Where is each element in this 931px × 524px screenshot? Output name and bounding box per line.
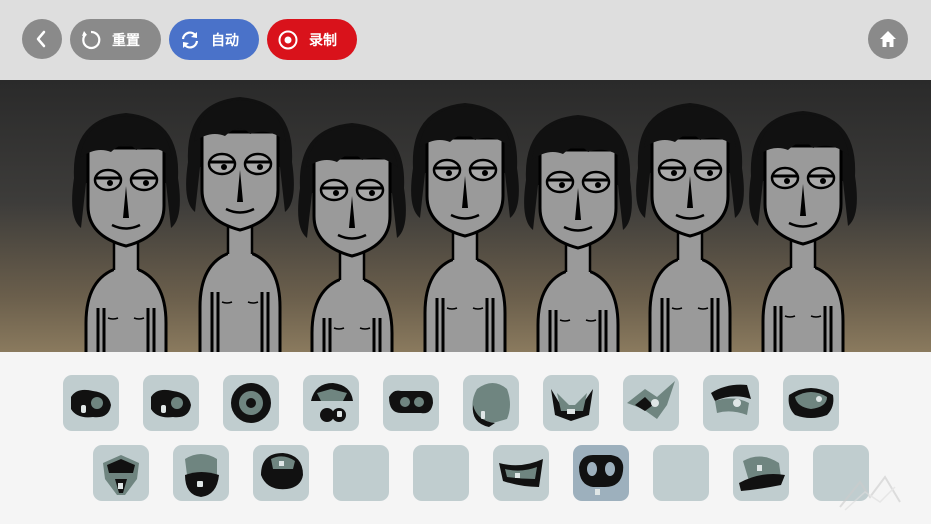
performer-4[interactable] [409, 101, 521, 352]
beard-shape-icon [185, 454, 219, 497]
visor-shape-icon [711, 384, 751, 415]
bird-shape-icon [627, 381, 675, 419]
mask-shape-icon [551, 389, 593, 421]
bass-shape-icon [151, 389, 191, 418]
band-shape-icon [788, 388, 834, 418]
back-button[interactable] [22, 19, 62, 59]
record-label: 录制 [309, 32, 337, 49]
performer-1[interactable] [70, 111, 182, 352]
sound-tray [0, 352, 931, 524]
hair-shape-icon [472, 383, 510, 427]
sound-slot[interactable] [543, 375, 599, 431]
wing-shape-icon [499, 459, 543, 487]
empty-sound-slot[interactable] [333, 445, 389, 501]
reset-icon [80, 29, 102, 51]
stage [0, 80, 931, 352]
sound-slot[interactable] [383, 375, 439, 431]
sound-slot[interactable] [223, 375, 279, 431]
sound-slot[interactable] [303, 375, 359, 431]
home-button[interactable] [868, 19, 908, 59]
watermark-icon [839, 475, 901, 511]
sound-slot[interactable] [63, 375, 119, 431]
performers [70, 95, 859, 352]
performer-6[interactable] [634, 101, 746, 352]
sound-slot[interactable] [733, 445, 789, 501]
bass-shape-icon [71, 389, 111, 418]
disc-shape-icon [231, 383, 271, 423]
performer-5[interactable] [522, 113, 634, 352]
cap-side-shape-icon [739, 456, 785, 491]
sound-slot[interactable] [173, 445, 229, 501]
hat-shape-icon [261, 453, 303, 490]
refresh-icon [179, 29, 201, 51]
empty-sound-slot[interactable] [413, 445, 469, 501]
sound-slot[interactable] [573, 445, 629, 501]
performer-3[interactable] [296, 121, 408, 352]
sound-slot[interactable] [143, 375, 199, 431]
reset-button[interactable]: 重置 [70, 19, 161, 60]
sound-slot[interactable] [783, 375, 839, 431]
reset-label: 重置 [112, 32, 140, 49]
sound-slot[interactable] [93, 445, 149, 501]
auto-button[interactable]: 自动 [169, 19, 259, 60]
record-button[interactable]: 录制 [267, 19, 357, 60]
helmet-shape-icon [103, 455, 139, 495]
glasses-shape-icon [389, 390, 433, 414]
cap-shape-icon [311, 383, 353, 422]
home-icon [880, 31, 896, 47]
sound-slot[interactable] [623, 375, 679, 431]
empty-sound-slot[interactable] [653, 445, 709, 501]
performer-7[interactable] [747, 109, 859, 352]
record-icon [277, 29, 299, 51]
sound-slot[interactable] [463, 375, 519, 431]
chevron-left-icon [36, 30, 46, 48]
goggles-shape-icon [579, 455, 624, 495]
top-toolbar: 重置 自动 录制 [0, 0, 931, 80]
auto-label: 自动 [211, 32, 239, 49]
sound-slot[interactable] [493, 445, 549, 501]
performer-2[interactable] [184, 95, 296, 352]
sound-slot[interactable] [703, 375, 759, 431]
sound-slot[interactable] [253, 445, 309, 501]
